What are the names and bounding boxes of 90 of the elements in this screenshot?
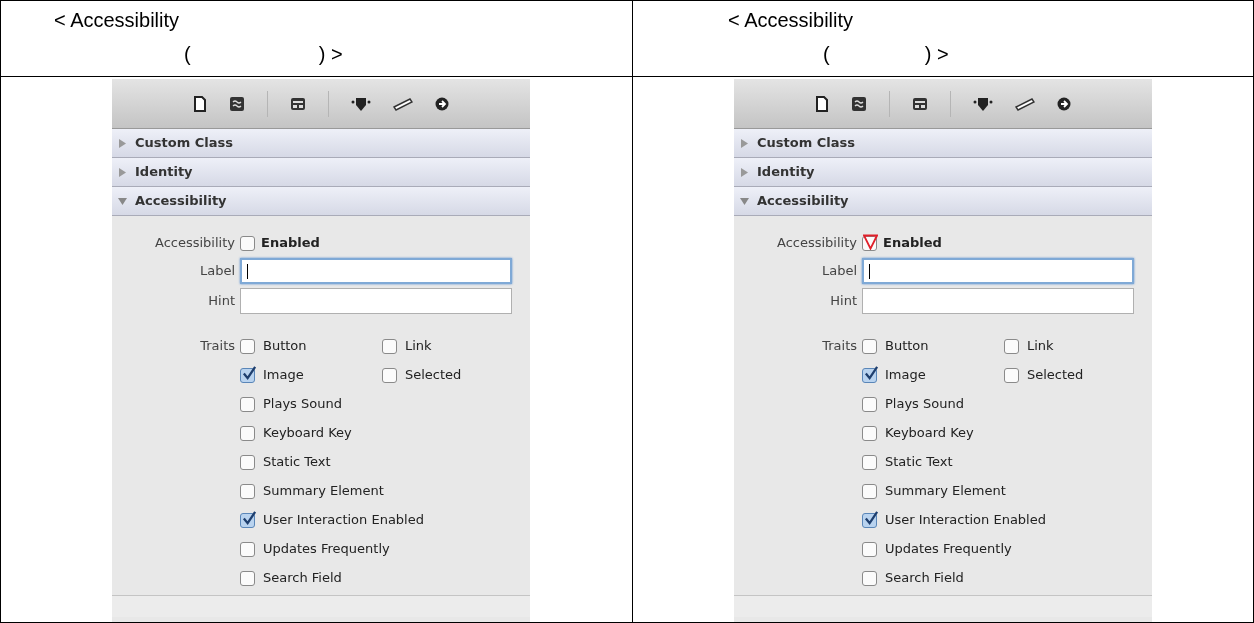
triangle-down-icon[interactable] <box>118 196 127 206</box>
arrow-circle-icon[interactable] <box>1057 96 1071 111</box>
ruler-icon[interactable] <box>393 96 413 111</box>
section-header[interactable]: Custom Class <box>112 129 530 158</box>
checkbox-row[interactable]: Summary Element <box>240 480 462 502</box>
checkbox[interactable] <box>240 570 255 586</box>
ruler-icon[interactable] <box>1015 96 1035 111</box>
checkbox[interactable] <box>240 512 255 528</box>
panel-icon[interactable] <box>912 95 928 112</box>
field-label: Accessibility <box>776 234 858 253</box>
field-label: Accessibility <box>154 234 236 253</box>
triangle-right-icon[interactable] <box>118 138 127 148</box>
checkbox[interactable] <box>862 454 877 470</box>
checkbox[interactable] <box>862 425 877 441</box>
checkbox[interactable] <box>1004 338 1019 354</box>
header-text: ( <box>823 42 830 67</box>
section-header[interactable]: Accessibility <box>734 187 1152 216</box>
document-icon[interactable] <box>815 95 829 112</box>
checkbox-row[interactable]: Updates Frequently <box>240 538 462 560</box>
checkbox[interactable] <box>240 454 255 470</box>
enabled-checkbox-row[interactable]: Enabled <box>240 233 320 253</box>
checkbox-row[interactable]: User Interaction Enabled <box>240 509 462 531</box>
checkbox[interactable] <box>862 512 877 528</box>
header-text: ) > <box>924 42 949 67</box>
checkbox[interactable] <box>240 541 255 557</box>
checkbox-row[interactable]: User Interaction Enabled <box>862 509 1084 531</box>
text-field[interactable] <box>862 288 1134 314</box>
checkbox[interactable] <box>240 396 255 412</box>
shield-icon[interactable] <box>973 95 993 112</box>
wave-icon[interactable] <box>229 95 245 112</box>
triangle-right-icon[interactable] <box>740 138 749 148</box>
wave-icon[interactable] <box>851 95 867 112</box>
checkbox[interactable] <box>240 367 255 383</box>
checkbox[interactable] <box>862 396 877 412</box>
checkbox-row[interactable]: Image <box>240 364 382 386</box>
checkbox[interactable] <box>862 235 877 251</box>
checkbox-row[interactable]: Button <box>240 335 382 357</box>
arrow-circle-icon[interactable] <box>435 96 449 111</box>
checkbox-row[interactable]: Static Text <box>862 451 1084 473</box>
checkbox[interactable] <box>862 541 877 557</box>
checkbox-row[interactable]: Link <box>382 335 462 357</box>
field-label: Label <box>820 262 858 281</box>
checkbox[interactable] <box>240 235 255 251</box>
checkbox-row[interactable]: Selected <box>382 364 462 386</box>
checkbox[interactable] <box>862 483 877 499</box>
checkbox-row[interactable]: Plays Sound <box>240 393 462 415</box>
checkbox-row[interactable]: Updates Frequently <box>862 538 1084 560</box>
triangle-down-icon[interactable] <box>740 196 749 206</box>
text-field[interactable] <box>862 258 1134 284</box>
checkbox-row[interactable]: Image <box>862 364 1004 386</box>
checkbox[interactable] <box>1004 367 1019 383</box>
triangle-right-icon[interactable] <box>740 167 749 177</box>
checkbox[interactable] <box>240 425 255 441</box>
shield-icon[interactable] <box>351 95 371 112</box>
checkbox-row[interactable]: Search Field <box>240 567 462 589</box>
checkbox[interactable] <box>382 367 397 383</box>
checkbox-row[interactable]: Keyboard Key <box>862 422 1084 444</box>
field-label: Hint <box>829 292 858 311</box>
field-label: Traits <box>199 337 236 355</box>
header-text: ( <box>184 42 191 67</box>
checkbox[interactable] <box>862 367 877 383</box>
checkbox-row[interactable]: Keyboard Key <box>240 422 462 444</box>
section-header[interactable]: Identity <box>112 158 530 187</box>
checkbox-row[interactable]: Link <box>1004 335 1084 357</box>
document-icon[interactable] <box>193 95 207 112</box>
field-label: Hint <box>207 292 236 311</box>
checkbox-row[interactable]: Static Text <box>240 451 462 473</box>
checkbox[interactable] <box>240 338 255 354</box>
header-text: ) > <box>318 42 343 67</box>
header-title: < Accessibility <box>728 8 855 33</box>
checkbox-row[interactable]: Search Field <box>862 567 1084 589</box>
text-field[interactable] <box>240 258 512 284</box>
section-header[interactable]: Accessibility <box>112 187 530 216</box>
text-field[interactable] <box>240 288 512 314</box>
checkbox[interactable] <box>862 570 877 586</box>
checkbox-row[interactable]: Selected <box>1004 364 1084 386</box>
field-label: Label <box>198 262 236 281</box>
checkbox[interactable] <box>382 338 397 354</box>
checkbox-row[interactable]: Plays Sound <box>862 393 1084 415</box>
triangle-right-icon[interactable] <box>118 167 127 177</box>
checkbox-row[interactable]: Button <box>862 335 1004 357</box>
checkbox[interactable] <box>240 483 255 499</box>
section-header[interactable]: Custom Class <box>734 129 1152 158</box>
section-header[interactable]: Identity <box>734 158 1152 187</box>
checkbox[interactable] <box>862 338 877 354</box>
field-label: Traits <box>821 337 858 355</box>
header-title: < Accessibility <box>54 8 181 33</box>
checkbox-row[interactable]: Summary Element <box>862 480 1084 502</box>
panel-icon[interactable] <box>290 95 306 112</box>
enabled-checkbox-row[interactable]: Enabled <box>862 233 942 253</box>
